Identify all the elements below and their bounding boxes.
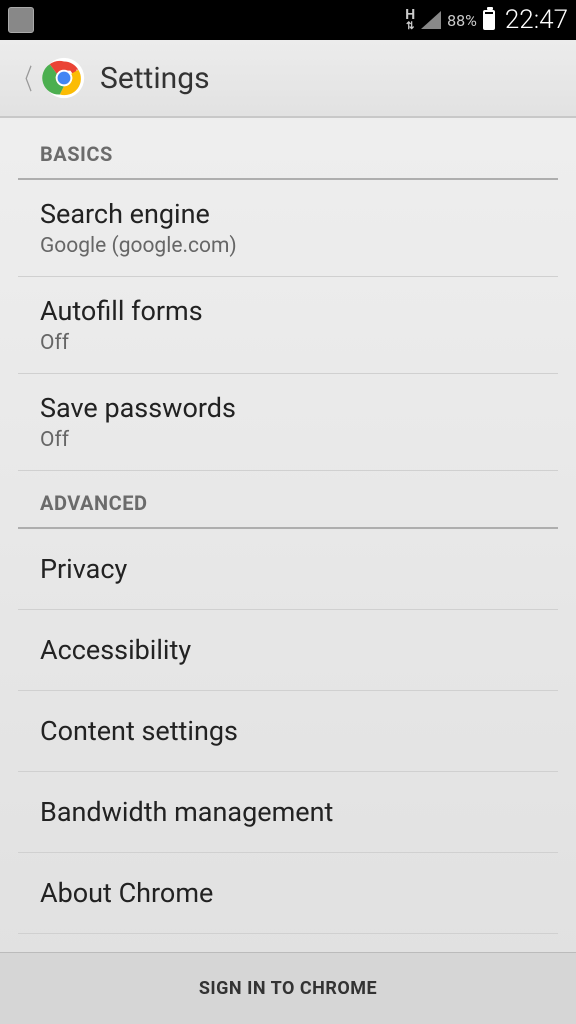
status-bar: H ⇅ 88% 22:47 — [0, 0, 576, 40]
basics-list: Search engine Google (google.com) Autofi… — [0, 180, 576, 471]
row-privacy[interactable]: Privacy — [18, 529, 558, 610]
row-search-engine[interactable]: Search engine Google (google.com) — [18, 180, 558, 277]
data-arrows-icon: ⇅ — [406, 22, 414, 31]
row-subtitle: Off — [40, 331, 536, 355]
row-title: About Chrome — [40, 871, 536, 915]
app-header: 〈 Settings — [0, 40, 576, 118]
back-icon[interactable]: 〈 — [16, 58, 33, 98]
signal-icon — [421, 11, 441, 29]
row-about-chrome[interactable]: About Chrome — [18, 853, 558, 934]
row-title: Content settings — [40, 709, 536, 753]
advanced-list: Privacy Accessibility Content settings B… — [0, 529, 576, 934]
network-label: H — [405, 9, 415, 22]
section-header-advanced: ADVANCED — [18, 471, 558, 529]
row-title: Bandwidth management — [40, 790, 536, 834]
row-title: Search engine — [40, 198, 536, 230]
row-bandwidth-management[interactable]: Bandwidth management — [18, 772, 558, 853]
row-title: Autofill forms — [40, 295, 536, 327]
notification-app-icon — [8, 7, 34, 33]
row-save-passwords[interactable]: Save passwords Off — [18, 374, 558, 471]
clock: 22:47 — [505, 5, 568, 35]
sign-in-button[interactable]: SIGN IN TO CHROME — [199, 978, 377, 999]
battery-icon — [483, 10, 495, 30]
battery-percentage: 88% — [447, 11, 477, 30]
row-title: Save passwords — [40, 392, 536, 424]
footer-bar: SIGN IN TO CHROME — [0, 952, 576, 1024]
row-content-settings[interactable]: Content settings — [18, 691, 558, 772]
row-autofill-forms[interactable]: Autofill forms Off — [18, 277, 558, 374]
network-type-indicator: H ⇅ — [405, 9, 415, 31]
row-subtitle: Off — [40, 428, 536, 452]
row-title: Accessibility — [40, 628, 536, 672]
row-accessibility[interactable]: Accessibility — [18, 610, 558, 691]
chrome-logo-icon[interactable] — [42, 56, 86, 100]
section-header-basics: BASICS — [18, 118, 558, 180]
row-subtitle: Google (google.com) — [40, 234, 536, 258]
page-title: Settings — [100, 61, 210, 96]
row-title: Privacy — [40, 547, 536, 591]
